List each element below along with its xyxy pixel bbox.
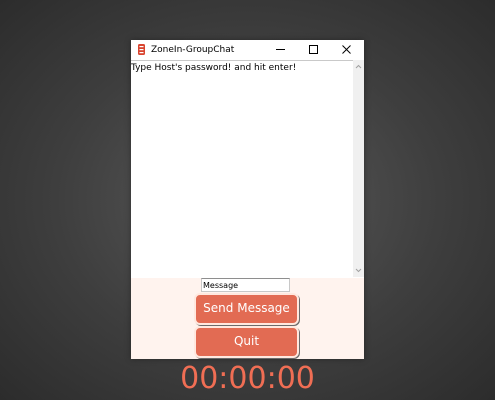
message-input[interactable] [201, 278, 290, 292]
app-icon [138, 44, 145, 55]
app-window: ZoneIn-GroupChat Type Host's password! a… [131, 40, 364, 396]
chat-log-text: Type Host's password! and hit enter! [131, 63, 297, 73]
minimize-icon [276, 49, 285, 50]
chat-log-scrollbar[interactable] [353, 60, 364, 277]
maximize-icon [309, 45, 318, 54]
chat-log[interactable]: Type Host's password! and hit enter! [131, 60, 353, 278]
title-bar[interactable]: ZoneIn-GroupChat [131, 40, 364, 60]
close-icon [342, 45, 351, 54]
close-button[interactable] [332, 40, 362, 60]
scroll-up-icon[interactable] [355, 64, 362, 69]
scroll-down-icon[interactable] [355, 268, 362, 273]
minimize-button[interactable] [266, 40, 296, 60]
maximize-button[interactable] [299, 40, 329, 60]
session-timer: 00:00:00 [180, 361, 315, 396]
controls-panel: Send Message Quit [131, 278, 364, 359]
window-title: ZoneIn-GroupChat [151, 45, 235, 55]
send-message-button[interactable]: Send Message [194, 293, 299, 325]
quit-button[interactable]: Quit [194, 326, 299, 358]
